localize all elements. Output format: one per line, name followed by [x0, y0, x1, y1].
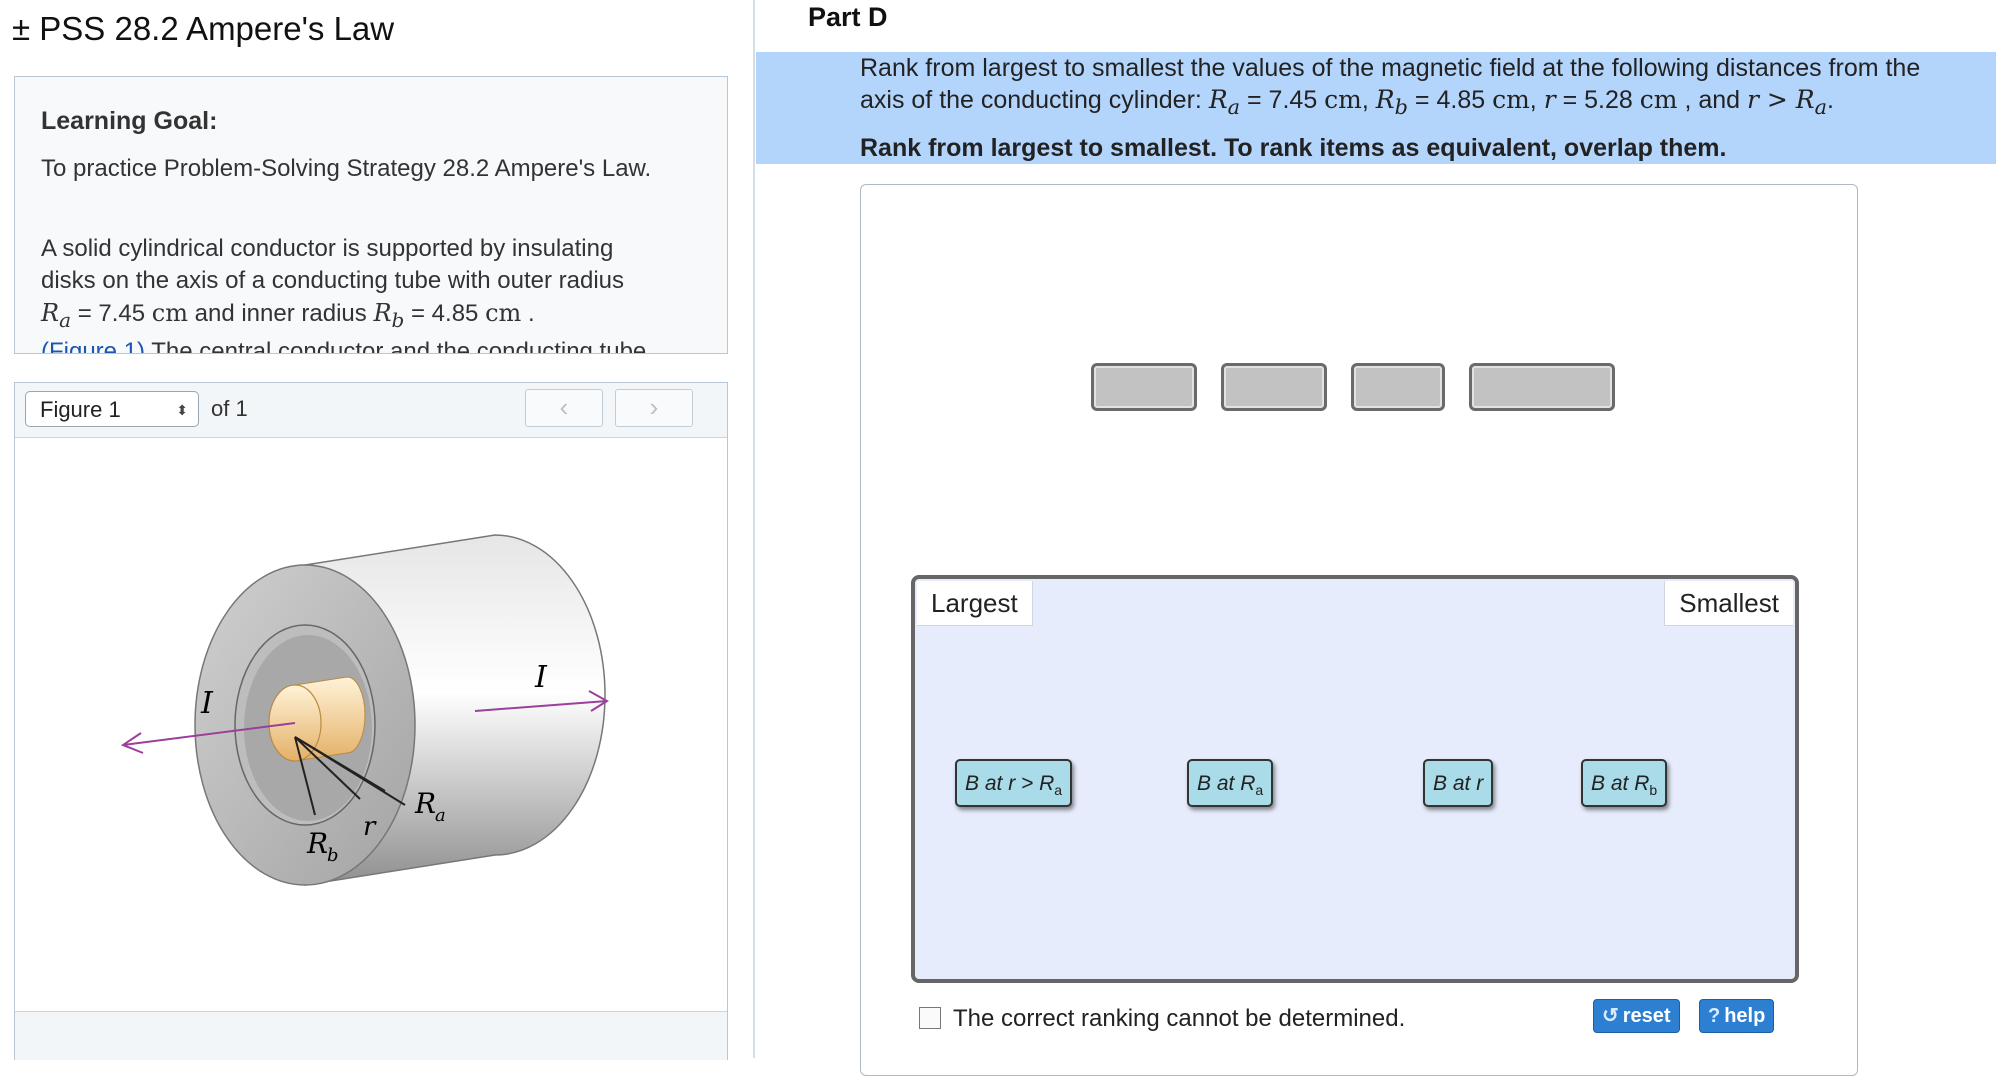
chip-sub: b [1649, 782, 1658, 799]
ra-figure-sub: a [435, 805, 446, 826]
conductor-figure: I I R a R b r [120, 534, 609, 886]
desc-continuation: The central conductor and the conducting… [151, 337, 647, 354]
desc-line-2: disks on the axis of a conducting tube w… [41, 267, 625, 294]
current-label-left: I [200, 686, 214, 721]
ra-subscript: a [59, 307, 72, 332]
q-comma-1: , [1361, 86, 1369, 114]
q-inequality-sub: a [1814, 95, 1828, 119]
q-ra-unit: cm [1324, 85, 1362, 114]
q-inequality: r > R [1747, 85, 1815, 114]
ra-unit: cm [151, 299, 188, 327]
r-figure-label: r [363, 812, 377, 842]
reset-icon: ↺ [1602, 1005, 1619, 1027]
chevron-right-icon: › [649, 392, 659, 422]
learning-goal-text: To practice Problem-Solving Strategy 28.… [41, 155, 652, 182]
column-divider [753, 0, 755, 1058]
rank-item-b-at-r[interactable]: B at r [1423, 759, 1494, 807]
rb-figure-sub: b [327, 845, 339, 866]
rb-subscript: b [391, 307, 405, 332]
help-label: help [1724, 1005, 1766, 1027]
cannot-determine-label: The correct ranking cannot be determined… [953, 1005, 1406, 1032]
left-panel: ± PSS 28.2 Ampere's Law Learning Goal: T… [0, 0, 753, 1060]
reset-label: reset [1622, 1005, 1671, 1027]
rb-figure-label: R [306, 827, 328, 860]
select-arrows-icon: ⬍ [176, 402, 188, 418]
rank-item-b-at-rb[interactable]: B at Rb [1581, 759, 1668, 807]
q-comma-2: , [1529, 86, 1537, 114]
q-rb-value: = 4.85 [1414, 86, 1486, 114]
rb-value: = 4.85 [411, 300, 479, 327]
desc-line-1: A solid cylindrical conductor is support… [41, 235, 614, 262]
figure-count: of 1 [211, 396, 248, 421]
help-icon: ? [1708, 1005, 1721, 1027]
q-rb-symbol: R [1375, 85, 1395, 114]
learning-goal-box: Learning Goal: To practice Problem-Solvi… [14, 76, 728, 354]
ra-figure-label: R [414, 787, 436, 820]
ra-value: = 7.45 [77, 300, 146, 327]
empty-answer-slot[interactable] [1221, 363, 1327, 411]
figure-panel: Figure 1 ⬍ of 1 ‹ › I I R a R b r [14, 382, 728, 1060]
empty-answer-slot[interactable] [1351, 363, 1445, 411]
help-button[interactable]: ? help [1699, 999, 1775, 1033]
chip-main: B at R [1197, 772, 1256, 795]
ranking-drop-area[interactable]: Largest Smallest B at r > Ra B at Ra B a… [911, 575, 1799, 983]
q-rb-sub: b [1394, 95, 1408, 119]
empty-answer-slot[interactable] [1091, 363, 1197, 411]
figure-footer [15, 1011, 727, 1060]
part-label: Part D [808, 2, 888, 32]
ranking-widget: Largest Smallest B at r > Ra B at Ra B a… [860, 184, 1858, 1076]
figure-link[interactable]: (Figure 1) [41, 338, 145, 353]
chip-main: B at r [1433, 772, 1484, 795]
q-and: , and [1684, 86, 1741, 114]
problem-description: A solid cylindrical conductor is support… [41, 233, 691, 354]
chip-main: B at R [1591, 772, 1650, 795]
largest-label: Largest [917, 581, 1033, 626]
desc-period: . [527, 300, 535, 327]
ra-symbol: R [41, 299, 60, 327]
chip-sub: a [1054, 782, 1063, 799]
q-ra-value: = 7.45 [1247, 86, 1318, 114]
q-ra-symbol: R [1208, 85, 1228, 114]
rank-item-b-at-ra[interactable]: B at Ra [1187, 759, 1274, 807]
figure-toolbar: Figure 1 ⬍ of 1 ‹ › [15, 383, 727, 438]
chevron-left-icon: ‹ [559, 392, 569, 422]
question-prefix: axis of the conducting cylinder: [860, 86, 1202, 114]
q-end: . [1827, 86, 1834, 114]
reset-button[interactable]: ↺ reset [1593, 999, 1680, 1033]
learning-goal-heading: Learning Goal: [41, 107, 218, 135]
q-ra-sub: a [1227, 95, 1241, 119]
q-r-symbol: r [1543, 85, 1556, 114]
figure-select-value: Figure 1 [40, 397, 121, 422]
current-label-right: I [534, 660, 548, 695]
question-line-1: Rank from largest to smallest the values… [860, 54, 1921, 82]
empty-answer-slot[interactable] [1469, 363, 1615, 411]
rb-symbol: R [373, 299, 392, 327]
rb-unit: cm [485, 299, 522, 327]
problem-title: ± PSS 28.2 Ampere's Law [12, 10, 395, 47]
chip-main: B at r > R [965, 772, 1055, 795]
q-r-unit: cm [1639, 85, 1678, 114]
prev-figure-button[interactable]: ‹ [525, 389, 603, 427]
smallest-label: Smallest [1664, 581, 1793, 626]
chip-sub: a [1255, 782, 1264, 799]
figure-select[interactable]: Figure 1 ⬍ [25, 391, 199, 427]
q-r-value: = 5.28 [1562, 86, 1633, 114]
rank-item-b-at-r-greater-ra[interactable]: B at r > Ra [955, 759, 1073, 807]
q-rb-unit: cm [1492, 85, 1530, 114]
instruction-text: Rank from largest to smallest. To rank i… [860, 134, 1727, 162]
cannot-determine-checkbox[interactable] [919, 1007, 941, 1029]
next-figure-button[interactable]: › [615, 389, 693, 427]
and-inner-text: and inner radius [194, 300, 367, 327]
question-text: Rank from largest to smallest the values… [860, 52, 1970, 123]
